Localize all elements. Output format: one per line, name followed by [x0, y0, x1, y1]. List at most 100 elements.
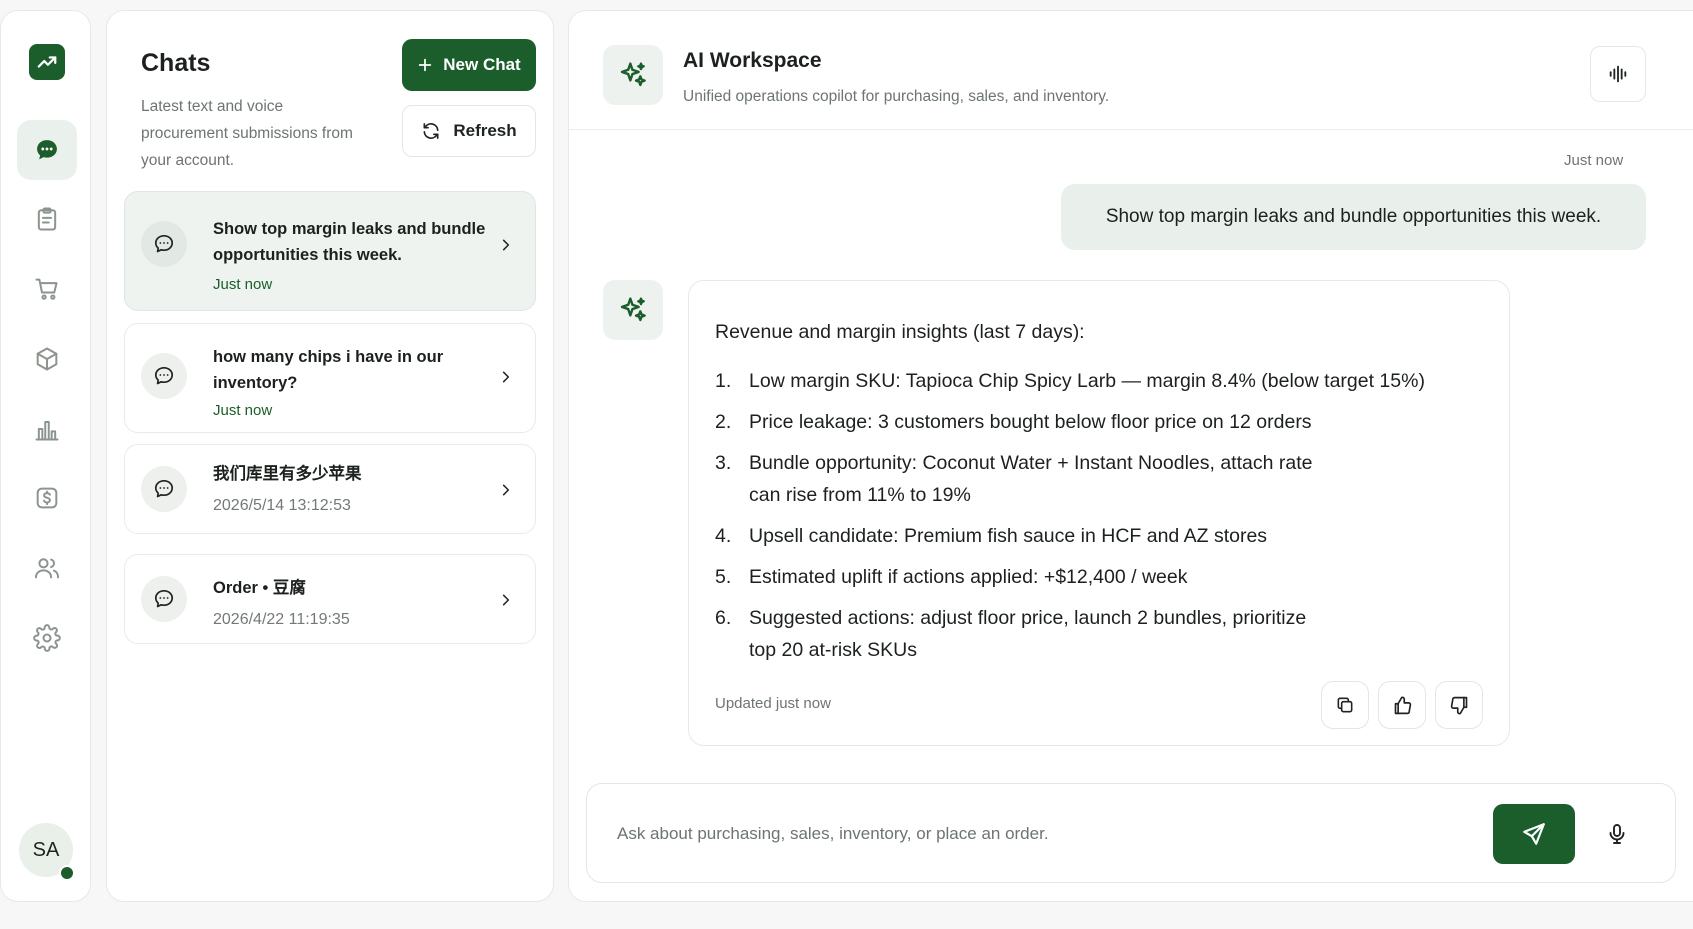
audio-waveform-icon: [1609, 65, 1627, 83]
insight-number: 6.: [715, 607, 732, 629]
users-icon: [34, 558, 60, 579]
nav-rail: SA: [0, 10, 91, 902]
workspace-subtitle: Unified operations copilot for purchasin…: [683, 88, 1110, 105]
dollar-icon: [36, 487, 58, 509]
nav-orders-button[interactable]: [17, 189, 77, 249]
new-chat-button[interactable]: New Chat: [402, 39, 536, 91]
workspace-logo: [603, 45, 663, 105]
chat-item-title: Order • 豆腐: [213, 579, 306, 597]
nav-chat-button[interactable]: [17, 120, 77, 180]
nav-finance-button[interactable]: [17, 468, 77, 528]
message-input[interactable]: [617, 816, 1417, 852]
chat-item-icon: [141, 221, 187, 267]
header-divider: [569, 129, 1693, 130]
chat-item-title: how many chips i have in our inventory?: [213, 348, 444, 392]
chat-list-item[interactable]: Show top margin leaks and bundle opportu…: [124, 191, 536, 311]
insight-text: Upsell candidate: Premium fish sauce in …: [749, 525, 1268, 547]
microphone-button[interactable]: [1597, 816, 1637, 852]
insight-item: 4. Upsell candidate: Premium fish sauce i…: [715, 520, 1455, 552]
voice-mode-button[interactable]: [1590, 46, 1646, 102]
refresh-button[interactable]: Refresh: [402, 105, 536, 157]
insight-number: 4.: [715, 525, 732, 547]
insights-list: 1. Low margin SKU: Tapioca Chip Spicy Lar…: [715, 365, 1455, 675]
thumbs-up-icon: [1394, 696, 1411, 714]
chevron-right-icon: [502, 594, 510, 606]
assistant-updated-label: Updated just now: [715, 695, 831, 712]
insight-item: 2. Price leakage: 3 customers bought belo…: [715, 406, 1455, 438]
microphone-icon: [1609, 824, 1625, 844]
chats-panel: Chats Latest text and voice procurement …: [106, 10, 554, 902]
chat-item-icon: [141, 466, 187, 512]
sparkles-icon: [620, 297, 646, 322]
insight-number: 1.: [715, 370, 732, 392]
clipboard-icon: [37, 207, 57, 231]
avatar-initials: SA: [32, 838, 60, 861]
plus-icon: [419, 58, 432, 72]
copy-icon: [1337, 697, 1353, 713]
insight-item: 1. Low margin SKU: Tapioca Chip Spicy Lar…: [715, 365, 1455, 397]
insight-text: Price leakage: 3 customers bought below …: [749, 411, 1312, 433]
message-timestamp: Just now: [1564, 152, 1624, 169]
chat-item-time: 2026/4/22 11:19:35: [213, 611, 350, 628]
send-button[interactable]: [1493, 804, 1575, 864]
insight-item: 6. Suggested actions: adjust floor price,…: [715, 602, 1455, 666]
workspace-panel: AI Workspace Unified operations copilot …: [568, 10, 1693, 902]
refresh-label: Refresh: [453, 121, 517, 140]
nav-customers-button[interactable]: [17, 538, 77, 598]
message-composer: [586, 783, 1676, 883]
chat-item-time: Just now: [213, 402, 273, 419]
insight-number: 2.: [715, 411, 732, 433]
nav-analytics-button[interactable]: [17, 399, 77, 459]
app-logo[interactable]: [29, 44, 65, 80]
chevron-right-icon: [502, 239, 510, 251]
bar-chart-icon: [35, 421, 59, 441]
user-message-bubble: Show top margin leaks and bundle opportu…: [1061, 184, 1646, 250]
user-message-text: Show top margin leaks and bundle opportu…: [1105, 206, 1602, 227]
chat-item-title: Show top margin leaks and bundle opportu…: [213, 220, 486, 264]
insight-item: 3. Bundle opportunity: Coconut Water + In…: [715, 447, 1455, 511]
insight-number: 5.: [715, 566, 732, 588]
chat-list-item[interactable]: how many chips i have in our inventory? …: [124, 323, 536, 433]
nav-settings-button[interactable]: [17, 608, 77, 668]
message-circle-icon: [154, 366, 174, 385]
online-status-dot: [59, 865, 75, 881]
thumbs-down-icon: [1450, 696, 1467, 714]
insight-text: Bundle opportunity: Coconut Water + Inst…: [749, 452, 1313, 506]
chevron-right-icon: [502, 371, 510, 383]
thumbs-down-button[interactable]: [1435, 681, 1483, 729]
gear-icon: [33, 624, 61, 652]
chat-item-title: 我们库里有多少苹果: [213, 465, 362, 483]
assistant-message-card: Revenue and margin insights (last 7 days…: [688, 280, 1510, 746]
chat-item-time: Just now: [213, 276, 273, 293]
thumbs-up-button[interactable]: [1378, 681, 1426, 729]
message-circle-icon: [154, 234, 174, 253]
chat-item-time: 2026/5/14 13:12:53: [213, 497, 351, 514]
insight-text: Low margin SKU: Tapioca Chip Spicy Larb …: [749, 370, 1425, 392]
assistant-intro-text: Revenue and margin insights (last 7 days…: [715, 321, 1085, 343]
nav-purchasing-button[interactable]: [17, 259, 77, 319]
send-icon: [1523, 823, 1545, 845]
chevron-right-icon: [502, 484, 510, 496]
message-circle-icon: [154, 479, 174, 498]
insight-item: 5. Estimated uplift if actions applied: +…: [715, 561, 1455, 593]
cart-icon: [35, 278, 58, 300]
chat-item-icon: [141, 353, 187, 399]
refresh-icon: [423, 123, 439, 139]
workspace-title: AI Workspace: [683, 49, 822, 72]
assistant-avatar: [603, 280, 663, 340]
chat-bubble-icon: [37, 140, 57, 160]
chats-title: Chats: [141, 49, 211, 77]
chat-item-icon: [141, 576, 187, 622]
new-chat-label: New Chat: [443, 55, 521, 74]
nav-inventory-button[interactable]: [17, 329, 77, 389]
chat-list-item[interactable]: 我们库里有多少苹果 2026/5/14 13:12:53: [124, 444, 536, 534]
insight-number: 3.: [715, 452, 732, 474]
chat-list-item[interactable]: Order • 豆腐 2026/4/22 11:19:35: [124, 554, 536, 644]
trending-up-icon: [37, 56, 57, 68]
message-circle-icon: [154, 589, 174, 608]
copy-button[interactable]: [1321, 681, 1369, 729]
insight-text: Suggested actions: adjust floor price, l…: [749, 607, 1307, 661]
chats-subtitle: Latest text and voice procurement submis…: [141, 98, 353, 169]
sparkles-icon: [620, 62, 646, 87]
insight-text: Estimated uplift if actions applied: +$1…: [749, 566, 1188, 588]
